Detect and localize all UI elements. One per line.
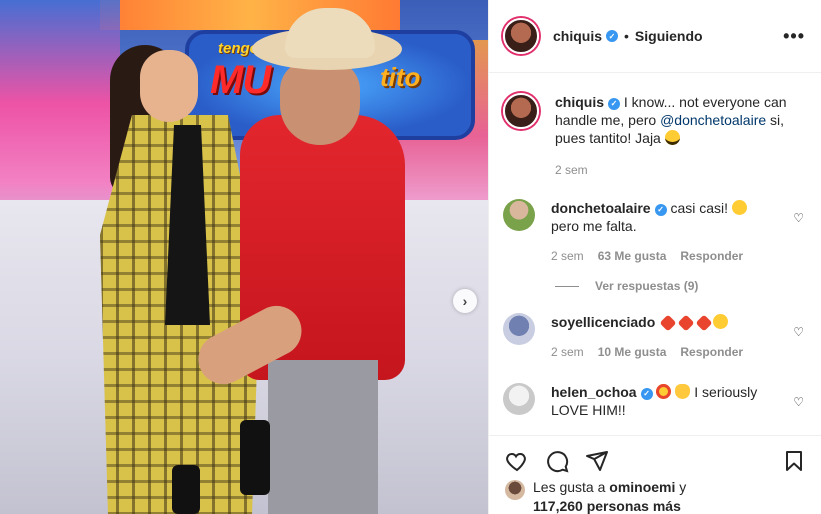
caption-username[interactable]: chiquis xyxy=(555,94,604,110)
comment-meta: 2 sem 63 Me gusta Responder xyxy=(551,247,751,265)
hugging-face-emoji-icon xyxy=(713,314,729,329)
post-photo[interactable]: tengo MU tito › xyxy=(0,0,488,514)
collision-emoji-icon xyxy=(659,314,677,332)
comment-likes[interactable]: 63 Me gusta xyxy=(598,247,667,265)
comment-body: helen_ochoa ✓ I seriously LOVE HIM!! xyxy=(551,383,771,419)
comment-like-heart-icon[interactable]: ♡ xyxy=(793,395,804,409)
following-button[interactable]: Siguiendo xyxy=(635,28,703,44)
comments-list[interactable]: chiquis ✓ I know... not everyone can hand… xyxy=(489,73,821,435)
comment-text-line2: pero me falta. xyxy=(551,218,637,234)
caption-body: chiquis ✓ I know... not everyone can hand… xyxy=(555,93,795,179)
liker-username[interactable]: ominoemi xyxy=(609,479,675,495)
likes-connector: y xyxy=(675,479,687,495)
grinning-sweat-emoji-icon xyxy=(731,200,747,215)
comment-likes[interactable]: 10 Me gusta xyxy=(598,343,667,361)
caption: chiquis ✓ I know... not everyone can hand… xyxy=(503,93,808,179)
commenter-username[interactable]: helen_ochoa xyxy=(551,384,637,400)
commenter-username[interactable]: soyellicenciado xyxy=(551,314,655,330)
man-face xyxy=(280,60,360,145)
likes-prefix: Les gusta a xyxy=(533,479,610,495)
woman-face xyxy=(140,50,198,122)
caption-avatar[interactable] xyxy=(503,93,539,129)
share-icon[interactable] xyxy=(585,449,609,473)
commenter-avatar[interactable] xyxy=(503,383,535,415)
caption-mention-link[interactable]: @donchetoalaire xyxy=(660,112,766,128)
comment-item: soyellicenciado 2 sem 10 Me gusta Respon… xyxy=(503,313,808,361)
comment-body: soyellicenciado 2 sem 10 Me gusta Respon… xyxy=(551,313,771,361)
likes-count[interactable]: 117,260 personas más xyxy=(533,498,681,514)
show-sign-tail-text: tito xyxy=(380,62,421,92)
verified-badge-icon: ✓ xyxy=(640,388,653,400)
view-replies-label: Ver respuestas (9) xyxy=(595,279,699,293)
man-gray-pants xyxy=(268,360,378,514)
comment-meta: 2 sem 10 Me gusta Responder xyxy=(551,343,771,361)
verified-badge-icon: ✓ xyxy=(608,98,621,110)
comment-text-line2: LOVE HIM!! xyxy=(551,402,626,418)
caption-meta: 2 sem xyxy=(555,161,795,179)
separator-dot: • xyxy=(624,28,629,44)
star-struck-emoji-icon xyxy=(656,384,672,399)
commenter-avatar[interactable] xyxy=(503,313,535,345)
next-photo-button[interactable]: › xyxy=(453,289,477,313)
comment-item: helen_ochoa ✓ I seriously LOVE HIM!! ♡ xyxy=(503,383,808,419)
likes-text: Les gusta a ominoemi y 117,260 personas … xyxy=(533,478,686,514)
boot xyxy=(240,420,270,495)
boot xyxy=(172,465,200,514)
replies-line xyxy=(555,285,579,287)
comment-text: I seriously xyxy=(690,384,758,400)
post-header: chiquis ✓ • Siguiendo ••• xyxy=(489,0,821,73)
bookmark-icon[interactable] xyxy=(782,449,806,473)
heart-icon[interactable] xyxy=(505,449,529,473)
comment-item: donchetoalaire ✓ casi casi! pero me falta… xyxy=(503,199,808,265)
verified-badge-icon: ✓ xyxy=(654,204,667,216)
comment-text: casi casi! xyxy=(666,200,732,216)
comment-icon[interactable] xyxy=(545,449,569,473)
clapping-hands-emoji-icon xyxy=(675,384,691,399)
comment-body: donchetoalaire ✓ casi casi! pero me falta… xyxy=(551,199,751,265)
show-sign-big-text: MU xyxy=(210,58,271,102)
view-replies-button[interactable]: Ver respuestas (9) xyxy=(555,279,808,293)
author-username[interactable]: chiquis xyxy=(553,28,602,44)
caption-time[interactable]: 2 sem xyxy=(555,161,588,179)
chevron-right-icon: › xyxy=(462,293,468,309)
comment-like-heart-icon[interactable]: ♡ xyxy=(793,211,804,225)
likes-summary: Les gusta a ominoemi y 117,260 personas … xyxy=(505,478,805,514)
sunglasses-emoji-icon xyxy=(664,130,680,145)
post-side-panel: chiquis ✓ • Siguiendo ••• chiquis ✓ I kno… xyxy=(488,0,821,514)
reply-button[interactable]: Responder xyxy=(680,247,743,265)
comment-time[interactable]: 2 sem xyxy=(551,343,584,361)
reply-button[interactable]: Responder xyxy=(680,343,743,361)
liker-avatar[interactable] xyxy=(505,480,525,500)
commenter-username[interactable]: donchetoalaire xyxy=(551,200,651,216)
collision-emoji-icon xyxy=(677,314,695,332)
verified-badge-icon: ✓ xyxy=(606,30,619,42)
more-options-icon[interactable]: ••• xyxy=(783,26,805,47)
comment-time[interactable]: 2 sem xyxy=(551,247,584,265)
comment-like-heart-icon[interactable]: ♡ xyxy=(793,325,804,339)
collision-emoji-icon xyxy=(695,314,713,332)
commenter-avatar[interactable] xyxy=(503,199,535,231)
author-avatar[interactable] xyxy=(503,18,539,54)
